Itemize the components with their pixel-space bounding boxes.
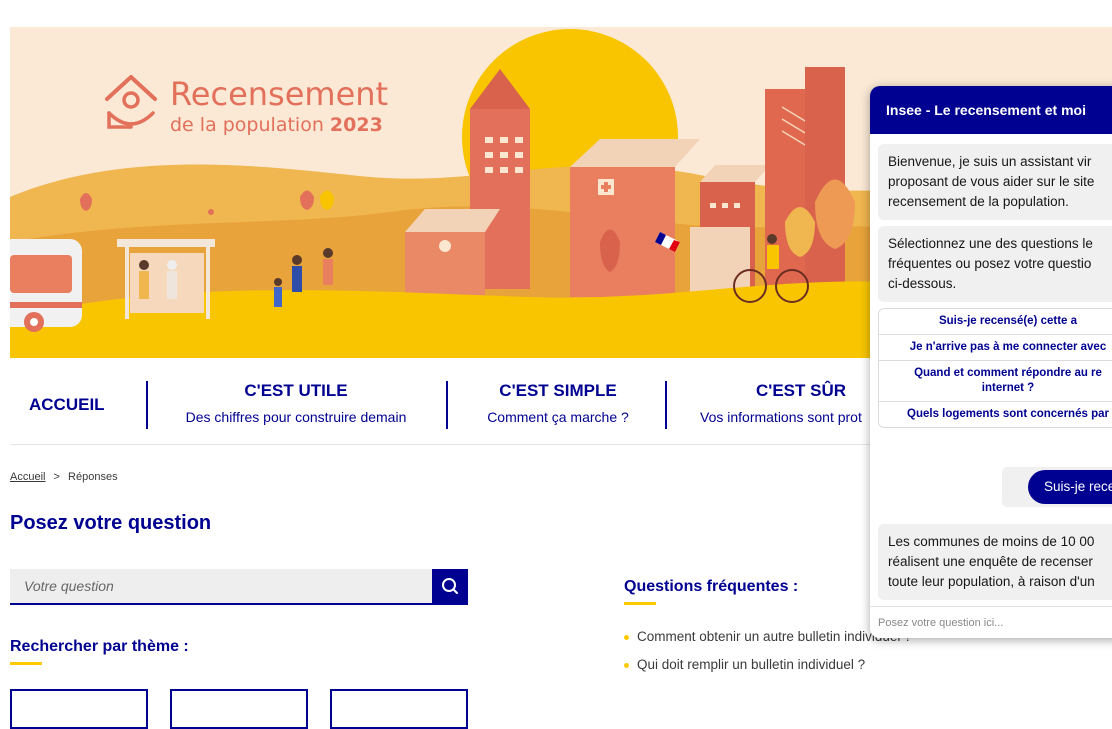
nav-item-simple[interactable]: C'EST SIMPLE Comment ça marche ? <box>478 381 638 425</box>
theme-card[interactable] <box>10 689 148 729</box>
user-message-bubble: Suis-je rece <box>1028 470 1112 504</box>
quick-questions-list: Suis-je recensé(e) cette a Je n'arrive p… <box>878 308 1112 428</box>
nav-item-subtitle: Comment ça marche ? <box>487 409 629 425</box>
search-box <box>10 569 468 605</box>
theme-card[interactable] <box>170 689 308 729</box>
faq-heading-underline <box>624 602 656 605</box>
quick-question[interactable]: Quand et comment répondre au re internet… <box>879 361 1112 402</box>
faq-heading: Questions fréquentes : <box>624 578 799 595</box>
search-icon <box>442 578 458 594</box>
logo-year: 2023 <box>329 114 383 136</box>
quick-question[interactable]: Suis-je recensé(e) cette a <box>879 309 1112 335</box>
search-button[interactable] <box>432 569 468 603</box>
page-title: Posez votre question <box>10 512 212 534</box>
chat-input[interactable] <box>870 607 1112 638</box>
chatbot-header: Insee - Le recensement et moi <box>870 86 1112 134</box>
logo-subtitle: de la population 2023 <box>170 114 383 136</box>
theme-heading: Rechercher par thème : <box>10 638 189 655</box>
user-message-row: Suis-je rece <box>1002 467 1112 507</box>
message-line: Les communes de moins de 10 00 <box>888 534 1095 549</box>
message-line: ci-dessous. <box>888 276 957 291</box>
nav-separator <box>446 381 448 429</box>
nav-item-title: C'EST UTILE <box>244 381 348 400</box>
nav-item-utile[interactable]: C'EST UTILE Des chiffres pour construire… <box>177 381 415 425</box>
nav-separator <box>665 381 667 429</box>
breadcrumb-separator: > <box>53 471 60 483</box>
quick-question[interactable]: Je n'arrive pas à me connecter avec <box>879 335 1112 361</box>
message-line: toute leur population, à raison d'un <box>888 574 1095 589</box>
chat-input-row <box>870 606 1112 638</box>
nav-item-title: C'EST SIMPLE <box>499 381 617 400</box>
breadcrumb-current: Réponses <box>68 471 118 483</box>
message-line: recensement de la population. <box>888 194 1069 209</box>
message-line: proposant de vous aider sur le site <box>888 174 1095 189</box>
chatbot-welcome-message: Bienvenue, je suis un assistant vir prop… <box>878 144 1112 220</box>
nav-item-subtitle: Des chiffres pour construire demain <box>185 409 407 425</box>
logo-title: Recensement <box>170 75 389 113</box>
faq-item[interactable]: Qui doit remplir un bulletin individuel … <box>624 655 944 674</box>
chatbot-panel: Insee - Le recensement et moi Bienvenue,… <box>870 86 1112 638</box>
search-input[interactable] <box>10 569 434 603</box>
nav-home-label: ACCUEIL <box>29 395 105 414</box>
faq-item-text: Qui doit remplir un bulletin individuel … <box>637 657 866 672</box>
theme-card[interactable] <box>330 689 468 729</box>
nav-separator <box>146 381 148 429</box>
message-line: réalisent une enquête de recenser <box>888 554 1093 569</box>
message-line: fréquentes ou posez votre questio <box>888 256 1092 271</box>
breadcrumb: Accueil > Réponses <box>10 471 118 483</box>
breadcrumb-home-link[interactable]: Accueil <box>10 471 45 483</box>
logo-subtitle-text: de la population <box>170 114 324 136</box>
chatbot-answer-message: Les communes de moins de 10 00 réalisent… <box>878 524 1112 600</box>
message-line: Sélectionnez une des questions le <box>888 236 1093 251</box>
theme-heading-underline <box>10 662 42 665</box>
chatbot-prompt-message: Sélectionnez une des questions le fréque… <box>878 226 1112 302</box>
nav-home[interactable]: ACCUEIL <box>29 395 105 415</box>
message-line: Bienvenue, je suis un assistant vir <box>888 154 1092 169</box>
quick-question[interactable]: Quels logements sont concernés par <box>879 402 1112 427</box>
